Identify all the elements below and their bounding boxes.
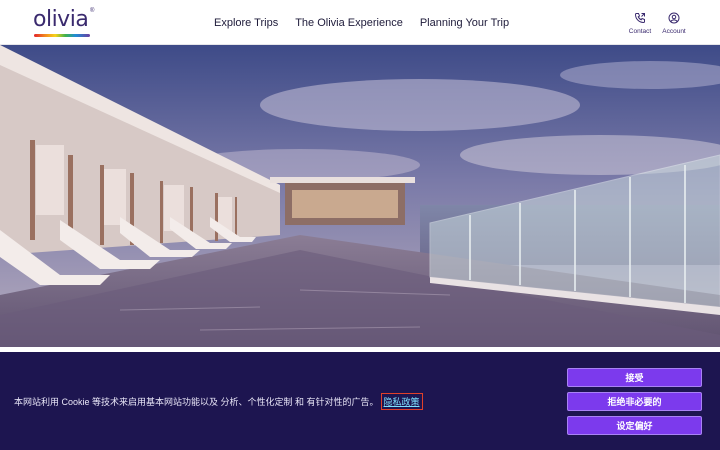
logo-rainbow-bar bbox=[34, 34, 90, 37]
cookie-message-text: 本网站利用 Cookie 等技术来启用基本网站功能以及 分析、个性化定制 和 有… bbox=[14, 397, 379, 407]
user-circle-icon bbox=[668, 12, 680, 24]
main-nav: Explore Trips The Olivia Experience Plan… bbox=[214, 0, 526, 45]
nav-olivia-experience[interactable]: The Olivia Experience bbox=[295, 16, 403, 30]
logo-registered-mark: ® bbox=[90, 8, 95, 14]
nav-planning-your-trip[interactable]: Planning Your Trip bbox=[420, 16, 509, 30]
set-preferences-button[interactable]: 设定偏好 bbox=[567, 416, 702, 435]
olivia-logo[interactable]: olivia ® bbox=[33, 7, 95, 39]
hero-image bbox=[0, 45, 720, 347]
phone-icon bbox=[634, 13, 645, 24]
page: olivia ® Explore Trips The Olivia Experi… bbox=[0, 0, 720, 450]
account-link[interactable]: Account bbox=[654, 12, 694, 35]
nav-explore-trips[interactable]: Explore Trips bbox=[214, 16, 278, 30]
reject-nonessential-button[interactable]: 拒绝非必要的 bbox=[567, 392, 702, 411]
cookie-message: 本网站利用 Cookie 等技术来启用基本网站功能以及 分析、个性化定制 和 有… bbox=[14, 393, 423, 410]
logo-wordmark: olivia bbox=[33, 7, 89, 32]
pool-scene-illustration bbox=[0, 45, 720, 347]
privacy-policy-link[interactable]: 隐私政策 bbox=[380, 393, 423, 410]
account-label: Account bbox=[662, 28, 686, 35]
accept-cookies-button[interactable]: 接受 bbox=[567, 368, 702, 387]
site-header: olivia ® Explore Trips The Olivia Experi… bbox=[0, 0, 720, 45]
